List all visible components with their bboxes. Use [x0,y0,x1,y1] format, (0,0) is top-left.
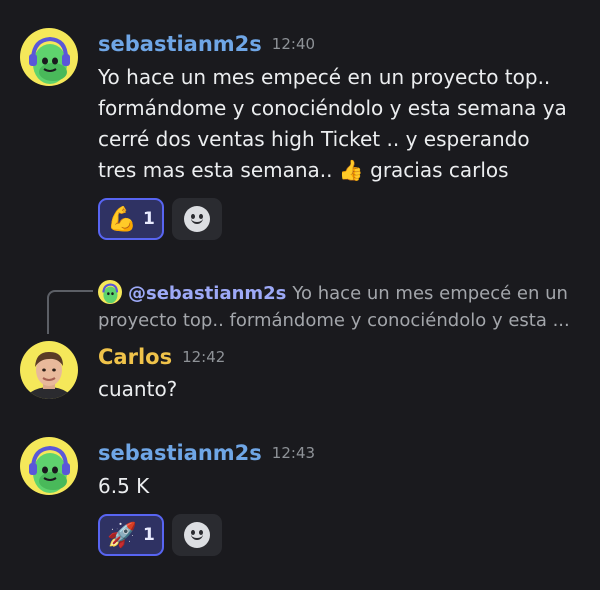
reply-avatar [98,280,122,304]
reaction-flexed-biceps[interactable]: 💪 1 [98,198,164,240]
author-name[interactable]: Carlos 12:42 [98,345,225,369]
avatar[interactable] [20,28,78,86]
add-reaction-button[interactable] [172,514,222,556]
message-text: 6.5 K [98,474,150,498]
reaction-count: 1 [143,209,155,229]
smiley-icon [184,206,210,232]
reactions-row: 💪 1 [98,198,222,240]
author-name[interactable]: sebastianm2s 12:43 [98,441,315,465]
green-character-avatar-icon [98,280,122,304]
reply-mention[interactable]: @sebastianm2s [128,283,286,304]
flexed-biceps-icon: 💪 [107,205,138,233]
reactions-row: 🚀 1 [98,514,222,556]
reaction-count: 1 [143,525,155,545]
timestamp: 12:42 [182,348,226,366]
avatar[interactable] [20,341,78,399]
reply-preview[interactable]: @sebastianm2s Yo hace un mes empecé en un… [98,280,578,334]
rocket-icon: 🚀 [107,521,138,549]
message-text: cuanto? [98,377,178,401]
message-text: Yo hace un mes empecé en un proyecto top… [98,65,567,182]
person-photo-avatar-icon [20,341,78,399]
reaction-rocket[interactable]: 🚀 1 [98,514,164,556]
green-character-avatar-icon [20,28,78,86]
reply-connector [47,290,93,334]
avatar[interactable] [20,437,78,495]
green-character-avatar-icon [20,437,78,495]
author-name[interactable]: sebastianm2s 12:40 [98,32,315,56]
add-reaction-button[interactable] [172,198,222,240]
timestamp: 12:40 [271,35,316,53]
timestamp: 12:43 [271,444,316,462]
reply-text-line-2: proyecto top.. formándome y conociéndolo… [98,310,570,331]
smiley-icon [184,522,210,548]
reply-text-line-1: Yo hace un mes empecé en un [292,283,568,304]
